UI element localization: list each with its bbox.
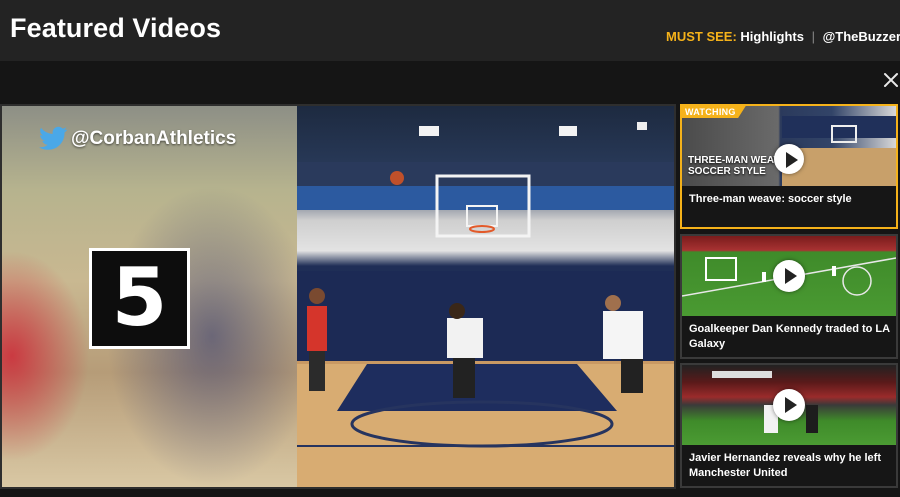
thumbnail-caption: THREE-MAN WEAVE SOCCER STYLE (688, 155, 787, 177)
playlist-item-title: Three-man weave: soccer style (689, 193, 852, 205)
thumbnail-caption-line-2: SOCCER STYLE (688, 166, 766, 177)
playlist-item-title: Javier Hernandez reveals why he left Man… (689, 452, 881, 479)
twitter-handle-text: @CorbanAthletics (71, 128, 237, 149)
thebuzzer-link[interactable]: @TheBuzzer (823, 29, 900, 44)
basketball-court-video-frame (297, 106, 674, 487)
playlist-item-1[interactable]: WATCHING THREE-MAN WEAVE SOCCER STYLE Th… (680, 104, 898, 229)
video-thumbnail (682, 365, 896, 445)
countdown-number: 5 (89, 248, 190, 349)
playlist-item-2[interactable]: Goalkeeper Dan Kennedy traded to LA Gala… (680, 234, 898, 359)
play-icon[interactable] (773, 389, 805, 421)
must-see-label: MUST SEE: (666, 29, 737, 44)
twitter-handle: @CorbanAthletics (38, 126, 236, 152)
video-player[interactable]: @CorbanAthletics 5 (0, 104, 676, 489)
link-separator: | (811, 29, 815, 44)
playlist-item-title: Goalkeeper Dan Kennedy traded to LA Gala… (689, 323, 890, 350)
page-title: Featured Videos (10, 13, 222, 43)
video-thumbnail (682, 236, 896, 316)
must-see-bar: MUST SEE: Highlights | @TheBuzzer (666, 29, 900, 44)
highlights-link[interactable]: Highlights (740, 29, 804, 44)
header-bar: Featured Videos MUST SEE: Highlights | @… (0, 0, 900, 61)
video-intro-panel: @CorbanAthletics 5 (2, 106, 297, 487)
watching-badge: WATCHING (682, 106, 746, 118)
play-icon[interactable] (773, 260, 805, 292)
close-icon[interactable] (881, 70, 900, 90)
thumbnail-caption-line-1: THREE-MAN WEAVE (688, 155, 787, 166)
play-icon[interactable] (774, 144, 804, 174)
video-thumbnail: WATCHING THREE-MAN WEAVE SOCCER STYLE (682, 106, 896, 186)
twitter-bird-icon (39, 126, 68, 150)
playlist-item-3[interactable]: Javier Hernandez reveals why he left Man… (680, 363, 898, 488)
